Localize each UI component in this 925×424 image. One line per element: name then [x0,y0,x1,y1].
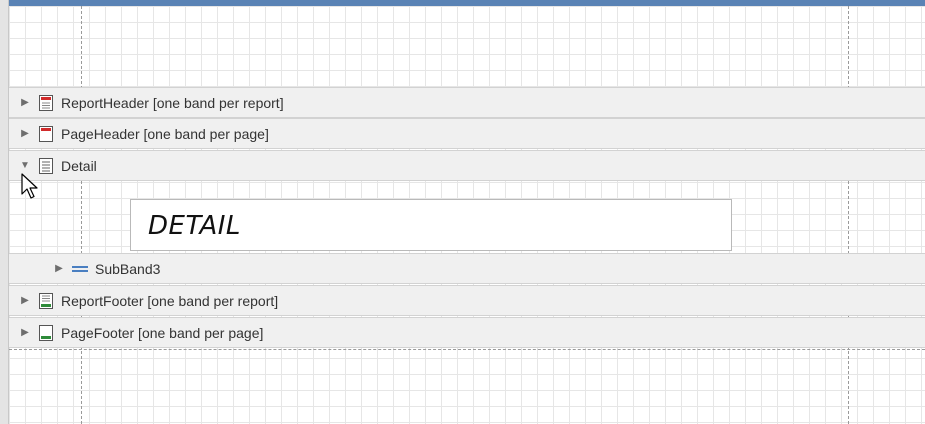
expand-arrow-icon[interactable]: ▶ [17,95,33,111]
expand-arrow-icon[interactable]: ▶ [17,293,33,309]
expand-arrow-icon[interactable]: ▶ [17,325,33,341]
page-footer-icon [37,324,55,342]
band-page-footer[interactable]: ▶ PageFooter [one band per page] [9,317,925,348]
mouse-pointer-icon [21,173,38,199]
designer-top-edge [0,0,925,6]
report-footer-icon [37,292,55,310]
expand-arrow-icon[interactable]: ▶ [51,261,67,277]
band-report-footer[interactable]: ▶ ReportFooter [one band per report] [9,285,925,316]
right-margin-line [848,6,849,424]
band-label: PageFooter [one band per page] [61,324,264,341]
band-report-header[interactable]: ▶ ReportHeader [one band per report] [9,87,925,118]
page-header-icon [37,125,55,143]
report-header-icon [37,94,55,112]
band-label: ReportFooter [one band per report] [61,292,279,309]
subband-icon [71,260,89,278]
band-label: ReportHeader [one band per report] [61,94,284,111]
band-subband3[interactable]: ▶ SubBand3 [9,253,925,284]
band-label: SubBand3 [95,260,161,277]
bottom-margin-line [9,349,925,350]
band-page-header[interactable]: ▶ PageHeader [one band per page] [9,118,925,149]
detail-text-label-control[interactable]: DETAIL [130,199,732,251]
band-label: PageHeader [one band per page] [61,125,269,142]
detail-band-icon [37,157,55,175]
designer-left-ruler [0,0,9,424]
band-label: Detail [61,157,97,174]
band-detail[interactable]: ▼ Detail [9,150,925,181]
expand-arrow-icon[interactable]: ▶ [17,126,33,142]
detail-text: DETAIL [148,211,241,241]
collapse-arrow-icon[interactable]: ▼ [17,158,33,174]
left-margin-line [81,6,82,424]
